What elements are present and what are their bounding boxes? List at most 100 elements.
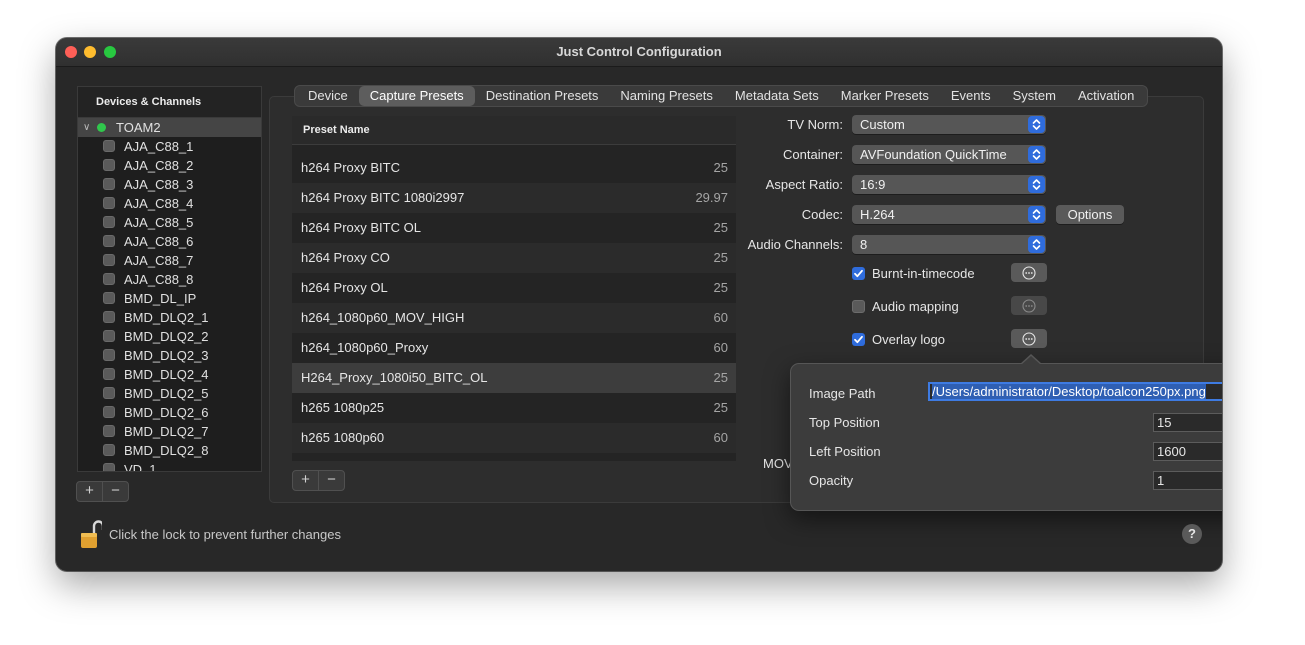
overlay-logo-checkbox[interactable]	[852, 333, 865, 346]
codec-options-button[interactable]: Options	[1056, 205, 1124, 224]
tab-capture-presets[interactable]: Capture Presets	[358, 86, 475, 106]
container-popup[interactable]: AVFoundation QuickTime	[852, 145, 1046, 164]
top-position-label: Top Position	[809, 415, 880, 430]
tab-marker-presets[interactable]: Marker Presets	[830, 86, 940, 106]
channel-checkbox[interactable]	[103, 406, 115, 418]
channel-label: BMD_DL_IP	[124, 291, 197, 306]
capture-presets-table[interactable]: Preset Name h264 Proxy BITC 25 h264 Proxy …	[292, 116, 736, 461]
image-path-field[interactable]: /Users/administrator/Desktop/toalcon250p…	[928, 382, 1222, 401]
channel-checkbox[interactable]	[103, 463, 115, 471]
top-position-field[interactable]: 15	[1153, 413, 1222, 432]
tv-norm-popup[interactable]: Custom	[852, 115, 1046, 134]
channel-checkbox[interactable]	[103, 273, 115, 285]
channel-row[interactable]: BMD_DLQ2_3	[78, 346, 261, 365]
tab-system[interactable]: System	[1002, 86, 1067, 106]
channel-row[interactable]: AJA_C88_5	[78, 213, 261, 232]
channel-label: AJA_C88_6	[124, 234, 194, 249]
channel-row[interactable]: VD_1	[78, 460, 261, 471]
preset-frame-rate: 60	[713, 430, 728, 445]
audio-channels-popup[interactable]: 8	[852, 235, 1046, 254]
channel-row[interactable]: BMD_DLQ2_6	[78, 403, 261, 422]
opacity-field[interactable]: 1	[1153, 471, 1222, 490]
channel-row[interactable]: AJA_C88_3	[78, 175, 261, 194]
channel-checkbox[interactable]	[103, 330, 115, 342]
remove-preset-button[interactable]: −	[318, 471, 344, 490]
channel-label: AJA_C88_8	[124, 272, 194, 287]
preset-row[interactable]: h264_1080p60_MOV_HIGH 60	[292, 303, 736, 333]
channel-checkbox[interactable]	[103, 140, 115, 152]
channel-label: BMD_DLQ2_6	[124, 405, 209, 420]
preset-name-column-header[interactable]: Preset Name	[292, 116, 736, 145]
channel-checkbox[interactable]	[103, 368, 115, 380]
add-preset-button[interactable]: +	[293, 471, 318, 490]
device-row-toam2[interactable]: ∨ TOAM2	[78, 118, 261, 137]
channel-row[interactable]: BMD_DLQ2_1	[78, 308, 261, 327]
audio-mapping-more-button[interactable]	[1011, 296, 1047, 315]
preset-row[interactable]: h264 Proxy BITC OL 25	[292, 213, 736, 243]
channel-row[interactable]: AJA_C88_2	[78, 156, 261, 175]
online-status-icon	[97, 123, 106, 132]
overlay-logo-more-button[interactable]	[1011, 329, 1047, 348]
disclosure-chevron-icon[interactable]: ∨	[83, 118, 90, 137]
tab-destination-presets[interactable]: Destination Presets	[475, 86, 610, 106]
channel-checkbox[interactable]	[103, 159, 115, 171]
add-device-button[interactable]: +	[77, 482, 102, 501]
channel-row[interactable]: AJA_C88_1	[78, 137, 261, 156]
popup-stepper-icon	[1028, 236, 1045, 253]
burnt-in-timecode-more-button[interactable]	[1011, 263, 1047, 282]
remove-device-button[interactable]: −	[102, 482, 128, 501]
channel-checkbox[interactable]	[103, 254, 115, 266]
aspect-ratio-value: 16:9	[860, 177, 886, 192]
codec-popup[interactable]: H.264	[852, 205, 1046, 224]
channel-row[interactable]: BMD_DLQ2_7	[78, 422, 261, 441]
channel-checkbox[interactable]	[103, 197, 115, 209]
audio-mapping-label[interactable]: Audio mapping	[872, 299, 959, 314]
channel-checkbox[interactable]	[103, 425, 115, 437]
preset-row[interactable]: h264 Proxy CO 25	[292, 243, 736, 273]
preset-row[interactable]: h264 Proxy BITC 25	[292, 153, 736, 183]
preset-row[interactable]: h265 1080p60 60	[292, 423, 736, 453]
channel-checkbox[interactable]	[103, 216, 115, 228]
channel-checkbox[interactable]	[103, 178, 115, 190]
preset-row[interactable]: h264 Proxy BITC 1080i2997 29.97	[292, 183, 736, 213]
overlay-logo-label[interactable]: Overlay logo	[872, 332, 945, 347]
channel-row[interactable]: BMD_DLQ2_8	[78, 441, 261, 460]
preset-row[interactable]: h264 Proxy OL 25	[292, 273, 736, 303]
preset-row[interactable]: h265 1080p25 25	[292, 393, 736, 423]
burnt-in-timecode-checkbox[interactable]	[852, 267, 865, 280]
aspect-ratio-label: Aspect Ratio:	[765, 177, 843, 192]
devices-channels-list[interactable]: Devices & Channels ∨ TOAM2 AJA_C88_1 AJA_…	[77, 86, 262, 472]
burnt-in-timecode-label[interactable]: Burnt-in-timecode	[872, 266, 975, 281]
aspect-ratio-popup[interactable]: 16:9	[852, 175, 1046, 194]
left-position-field[interactable]: 1600	[1153, 442, 1222, 461]
tab-events[interactable]: Events	[940, 86, 1002, 106]
channel-row[interactable]: AJA_C88_4	[78, 194, 261, 213]
tab-naming-presets[interactable]: Naming Presets	[609, 86, 723, 106]
left-position-label: Left Position	[809, 444, 881, 459]
channel-row[interactable]: AJA_C88_8	[78, 270, 261, 289]
audio-mapping-checkbox[interactable]	[852, 300, 865, 313]
preset-row[interactable]: h264_1080p60_Proxy 60	[292, 333, 736, 363]
channel-checkbox[interactable]	[103, 387, 115, 399]
image-path-value: /Users/administrator/Desktop/toalcon250p…	[932, 384, 1206, 399]
channel-checkbox[interactable]	[103, 235, 115, 247]
channel-checkbox[interactable]	[103, 292, 115, 304]
channel-row[interactable]: AJA_C88_7	[78, 251, 261, 270]
channel-row[interactable]: BMD_DL_IP	[78, 289, 261, 308]
channel-row[interactable]: BMD_DLQ2_5	[78, 384, 261, 403]
image-path-label: Image Path	[809, 386, 876, 401]
channel-checkbox[interactable]	[103, 349, 115, 361]
channel-row[interactable]: BMD_DLQ2_4	[78, 365, 261, 384]
tab-metadata-sets[interactable]: Metadata Sets	[724, 86, 830, 106]
tab-activation[interactable]: Activation	[1067, 86, 1145, 106]
channel-checkbox[interactable]	[103, 311, 115, 323]
help-button[interactable]: ?	[1182, 524, 1202, 544]
lock-icon[interactable]	[80, 519, 105, 554]
channel-row[interactable]: BMD_DLQ2_2	[78, 327, 261, 346]
checkmark-icon	[854, 335, 863, 344]
preset-row[interactable]: H264_Proxy_1080i50_BITC_OL 25	[292, 363, 736, 393]
channel-label: BMD_DLQ2_8	[124, 443, 209, 458]
channel-row[interactable]: AJA_C88_6	[78, 232, 261, 251]
tab-device[interactable]: Device	[297, 86, 359, 106]
channel-checkbox[interactable]	[103, 444, 115, 456]
